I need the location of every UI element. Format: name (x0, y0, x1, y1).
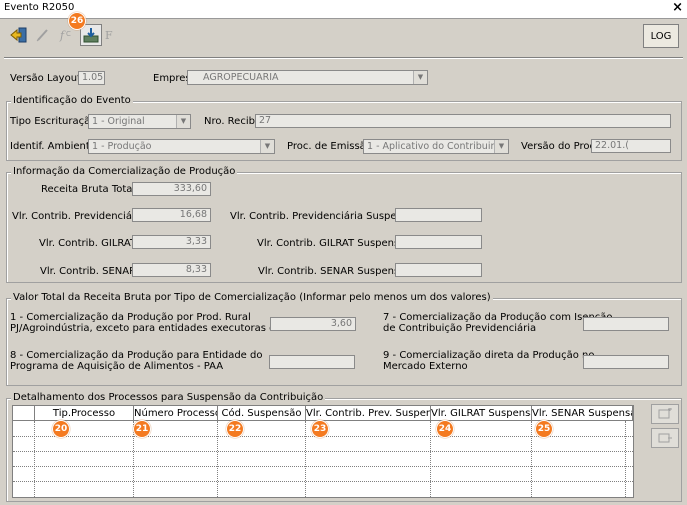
comercializacao-title: Informação da Comercialização de Produçã… (11, 166, 238, 177)
remove-row-button[interactable] (651, 428, 679, 448)
item1-field[interactable]: 3,60 (270, 317, 356, 331)
contrib-senar-field[interactable]: 8,33 (132, 263, 211, 277)
toolbar: fC F 26 LOG (2, 12, 685, 50)
empresa-select[interactable]: AGROPECUARIA ▼ (187, 70, 428, 85)
grid-line (430, 421, 431, 497)
chevron-down-icon: ▼ (413, 71, 427, 84)
window-title: Evento R2050 (4, 2, 75, 13)
badge-26: 26 (68, 12, 86, 30)
item7-label-line1: 7 - Comercialização da Produção com Isen… (383, 312, 613, 323)
receita-bruta-field[interactable]: 333,60 (132, 182, 211, 196)
svg-text:F: F (105, 29, 113, 42)
identif-ambiente-value: 1 - Produção (92, 141, 152, 152)
close-icon[interactable]: × (672, 0, 683, 15)
contrib-prev-susp-label: Vlr. Contrib. Previdenciária Suspensa (230, 211, 415, 222)
processos-grid[interactable]: Tip.Processo Número Processo Cód. Suspen… (12, 405, 634, 498)
badge-21: 21 (133, 420, 151, 438)
grid-row-line (13, 466, 633, 467)
contrib-senar-susp-label: Vlr. Contrib. SENAR Suspensa (258, 266, 406, 277)
contrib-prev-field[interactable]: 16,68 (132, 208, 211, 222)
badge-23: 23 (311, 420, 329, 438)
col-vlr-senar-suspensa[interactable]: Vlr. SENAR Suspensa (532, 406, 633, 421)
grid-line (305, 421, 306, 497)
badge-25: 25 (535, 420, 553, 438)
col-numero-processo[interactable]: Número Processo (134, 406, 218, 421)
tipo-escrituracao-label: Tipo Escrituração (10, 116, 97, 127)
identif-ambiente-select[interactable]: 1 - Produção ▼ (88, 139, 275, 154)
empresa-value: AGROPECUARIA (203, 72, 279, 83)
item1-label-line2: PJ/Agroindústria, exceto para entidades … (10, 323, 305, 334)
proc-emissao-value: 1 - Aplicativo do Contribuinte (367, 141, 507, 152)
item8-label-line1: 8 - Comercialização da Produção para Ent… (10, 350, 263, 361)
item8-field[interactable] (269, 355, 355, 369)
function-disabled-icon[interactable]: F (100, 24, 122, 46)
col-vlr-gilrat-suspensa[interactable]: Vlr. GILRAT Suspensa (431, 406, 532, 421)
edit-icon[interactable] (32, 24, 54, 46)
badge-22: 22 (226, 420, 244, 438)
valor-total-title: Valor Total da Receita Bruta por Tipo de… (11, 292, 493, 303)
versao-layout-field[interactable]: 1.05 (78, 71, 105, 85)
col-tip-processo[interactable]: Tip.Processo (35, 406, 134, 421)
grid-row-line (13, 451, 633, 452)
contrib-gilrat-label: Vlr. Contrib. GILRAT (39, 238, 137, 249)
item9-field[interactable] (583, 355, 669, 369)
item1-label-line1: 1 - Comercialização da Produção por Prod… (10, 312, 251, 323)
nro-recibo-label: Nro. Recibo (204, 116, 262, 127)
identif-ambiente-label: Identif. Ambiente (10, 141, 96, 152)
item9-label-line1: 9 - Comercialização direta da Produção n… (383, 350, 595, 361)
proc-emissao-select[interactable]: 1 - Aplicativo do Contribuinte ▼ (363, 139, 509, 154)
contrib-senar-label: Vlr. Contrib. SENAR (40, 266, 137, 277)
item8-label-line2: Programa de Aquisição de Alimentos - PAA (10, 361, 224, 372)
separator (4, 57, 683, 59)
contrib-gilrat-susp-label: Vlr. Contrib. GILRAT Suspensa (257, 238, 406, 249)
badge-24: 24 (436, 420, 454, 438)
grid-line (625, 421, 626, 497)
grid-line (34, 421, 35, 497)
versao-proc-label: Versão do Proc. (521, 141, 599, 152)
contrib-senar-susp-field[interactable] (395, 263, 482, 277)
grid-row-line (13, 481, 633, 482)
contrib-prev-label: Vlr. Contrib. Previdenciária (12, 211, 145, 222)
contrib-gilrat-susp-field[interactable] (395, 235, 482, 249)
nro-recibo-field[interactable]: 27 (255, 114, 671, 128)
title-bar: Evento R2050 × (0, 0, 687, 19)
svg-text:f: f (59, 29, 66, 42)
svg-text:C: C (66, 30, 71, 38)
versao-proc-field[interactable]: 22.01.( (591, 139, 671, 153)
receita-bruta-label: Receita Bruta Total (41, 184, 136, 195)
item9-label-line2: Mercado Externo (383, 361, 468, 372)
badge-20: 20 (52, 420, 70, 438)
contrib-gilrat-field[interactable]: 3,33 (132, 235, 211, 249)
row-indicator-header (13, 406, 35, 421)
detalhamento-title: Detalhamento dos Processos para Suspensã… (11, 392, 326, 403)
identificacao-title: Identificação do Evento (11, 95, 133, 106)
item7-label-line2: de Contribuição Previdenciária (383, 323, 537, 334)
tipo-escrituracao-select[interactable]: 1 - Original ▼ (88, 114, 191, 129)
grid-line (531, 421, 532, 497)
chevron-down-icon: ▼ (176, 115, 190, 128)
chevron-down-icon: ▼ (260, 140, 274, 153)
col-cod-suspensao[interactable]: Cód. Suspensão (218, 406, 306, 421)
exit-icon[interactable] (8, 24, 30, 46)
item7-field[interactable] (583, 317, 669, 331)
chevron-down-icon: ▼ (494, 140, 508, 153)
contrib-prev-susp-field[interactable] (395, 208, 482, 222)
tipo-escrituracao-value: 1 - Original (92, 116, 145, 127)
log-button[interactable]: LOG (643, 24, 679, 48)
grid-line (217, 421, 218, 497)
proc-emissao-label: Proc. de Emissão (287, 141, 372, 152)
versao-layout-label: Versão Layout (10, 73, 81, 84)
add-row-button[interactable] (651, 404, 679, 424)
col-vlr-contrib-prev-suspensa[interactable]: Vlr. Contrib. Prev. Suspensa (306, 406, 431, 421)
